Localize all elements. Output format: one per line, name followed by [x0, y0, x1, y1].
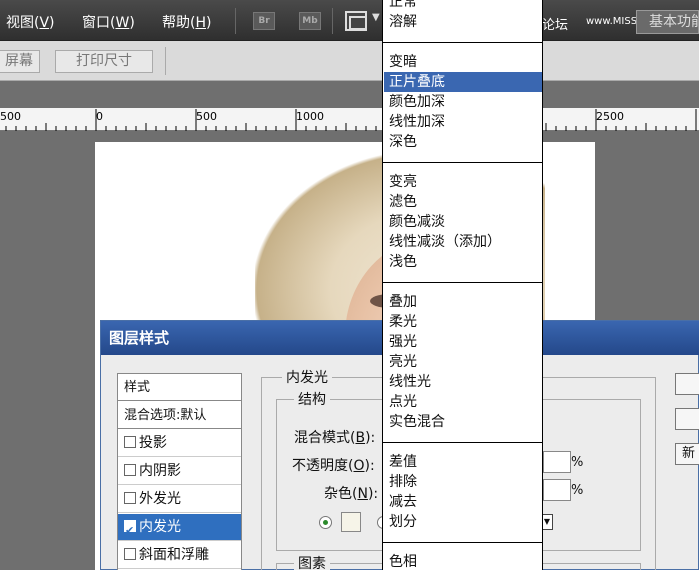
menu-window[interactable]: 窗口(W): [82, 12, 135, 32]
style-item-inner-shadow[interactable]: 内阴影: [118, 458, 241, 485]
menu-view[interactable]: 视图(V): [6, 12, 55, 32]
blend-mode-option[interactable]: 线性减淡（添加）: [384, 232, 542, 252]
opacity-label: 不透明度(O):: [292, 458, 375, 474]
menu-separator: [383, 42, 542, 43]
structure-title: 结构: [294, 389, 330, 409]
ruler-ticks: [5, 109, 697, 131]
blend-mode-option[interactable]: 线性加深: [384, 112, 542, 132]
chevron-down-icon[interactable]: ▼: [372, 12, 380, 23]
blend-mode-option[interactable]: 亮光: [384, 352, 542, 372]
menu-separator: [383, 442, 542, 443]
blend-mode-option[interactable]: 正常: [384, 0, 542, 12]
percent-sign: %: [571, 455, 584, 470]
blend-mode-option[interactable]: 变亮: [384, 172, 542, 192]
blend-mode-option[interactable]: 深色: [384, 132, 542, 152]
menu-bar: 视图(V) 窗口(W) 帮助(H) Br Mb ▼ 思缘设计论坛 www.MIS…: [0, 0, 699, 41]
style-item-bevel-emboss[interactable]: 斜面和浮雕: [118, 542, 241, 569]
color-radio[interactable]: [319, 516, 332, 529]
checkbox[interactable]: [124, 464, 136, 476]
bridge-button[interactable]: Br: [253, 12, 275, 30]
blend-mode-option[interactable]: 减去: [384, 492, 542, 512]
ruler-label: 500: [0, 110, 21, 123]
checkbox[interactable]: [124, 492, 136, 504]
noise-input[interactable]: [543, 479, 571, 501]
view-extras-icon[interactable]: [345, 11, 367, 31]
ruler-label: 1000: [296, 110, 324, 123]
opacity-input[interactable]: [543, 451, 571, 473]
checkbox[interactable]: [124, 548, 136, 560]
blend-mode-option[interactable]: 色相: [384, 552, 542, 570]
blend-mode-option[interactable]: 差值: [384, 452, 542, 472]
percent-sign: %: [571, 483, 584, 498]
checkbox[interactable]: [124, 517, 136, 544]
fill-screen-button[interactable]: 屏幕: [0, 50, 40, 73]
cancel-button[interactable]: [675, 408, 699, 430]
elements-title: 图素: [294, 553, 330, 570]
ok-button[interactable]: [675, 373, 699, 395]
blend-mode-option[interactable]: 强光: [384, 332, 542, 352]
blend-mode-option[interactable]: 颜色加深: [384, 92, 542, 112]
blend-mode-option[interactable]: 浅色: [384, 252, 542, 272]
blend-mode-option[interactable]: 划分: [384, 512, 542, 532]
style-list: 样式 混合选项:默认 投影 内阴影 外发光 内发光 斜面和浮雕: [117, 373, 242, 570]
blend-mode-option[interactable]: 点光: [384, 392, 542, 412]
section-title: 内发光: [282, 367, 332, 387]
blend-mode-option[interactable]: 变暗: [384, 52, 542, 72]
options-separator: [165, 47, 166, 75]
menu-help[interactable]: 帮助(H): [162, 12, 211, 32]
menu-separator: [383, 542, 542, 543]
blend-mode-option[interactable]: 滤色: [384, 192, 542, 212]
new-style-button[interactable]: 新: [675, 443, 699, 465]
ruler-label: 0: [96, 110, 103, 123]
ruler-label: 500: [196, 110, 217, 123]
blend-mode-option[interactable]: 溶解: [384, 12, 542, 32]
blend-mode-option[interactable]: 实色混合: [384, 412, 542, 432]
ruler-label: 2500: [596, 110, 624, 123]
style-item-drop-shadow[interactable]: 投影: [118, 430, 241, 457]
noise-label: 杂色(N):: [324, 486, 379, 502]
workspace-button[interactable]: 基本功能: [636, 10, 699, 34]
style-item-inner-glow[interactable]: 内发光: [118, 514, 241, 544]
checkbox[interactable]: [124, 436, 136, 448]
blend-mode-option[interactable]: 正片叠底: [384, 72, 542, 92]
print-size-button[interactable]: 打印尺寸: [55, 50, 153, 73]
blend-mode-option[interactable]: 排除: [384, 472, 542, 492]
horizontal-ruler: 500 0 500 1000 1500 2000 2500: [0, 108, 699, 131]
menu-separator: [383, 162, 542, 163]
blend-options-item[interactable]: 混合选项:默认: [118, 402, 241, 429]
blend-mode-option[interactable]: 叠加: [384, 292, 542, 312]
blend-mode-label: 混合模式(B):: [294, 430, 376, 446]
blend-mode-option[interactable]: 线性光: [384, 372, 542, 392]
options-bar: 屏幕 打印尺寸: [0, 41, 699, 81]
menu-separator: [332, 8, 333, 34]
glow-color-swatch[interactable]: [341, 512, 361, 532]
styles-header[interactable]: 样式: [118, 374, 241, 401]
blend-mode-menu: 正常 溶解变暗 正片叠底 颜色加深 线性加深 深色变亮 滤色 颜色减淡 线性减淡（添加） 浅色叠加…: [382, 0, 543, 570]
blend-mode-option[interactable]: 柔光: [384, 312, 542, 332]
mini-bridge-button[interactable]: Mb: [299, 12, 321, 30]
blend-mode-option[interactable]: 颜色减淡: [384, 212, 542, 232]
style-item-outer-glow[interactable]: 外发光: [118, 486, 241, 513]
menu-separator: [383, 282, 542, 283]
menu-separator: [235, 8, 236, 34]
